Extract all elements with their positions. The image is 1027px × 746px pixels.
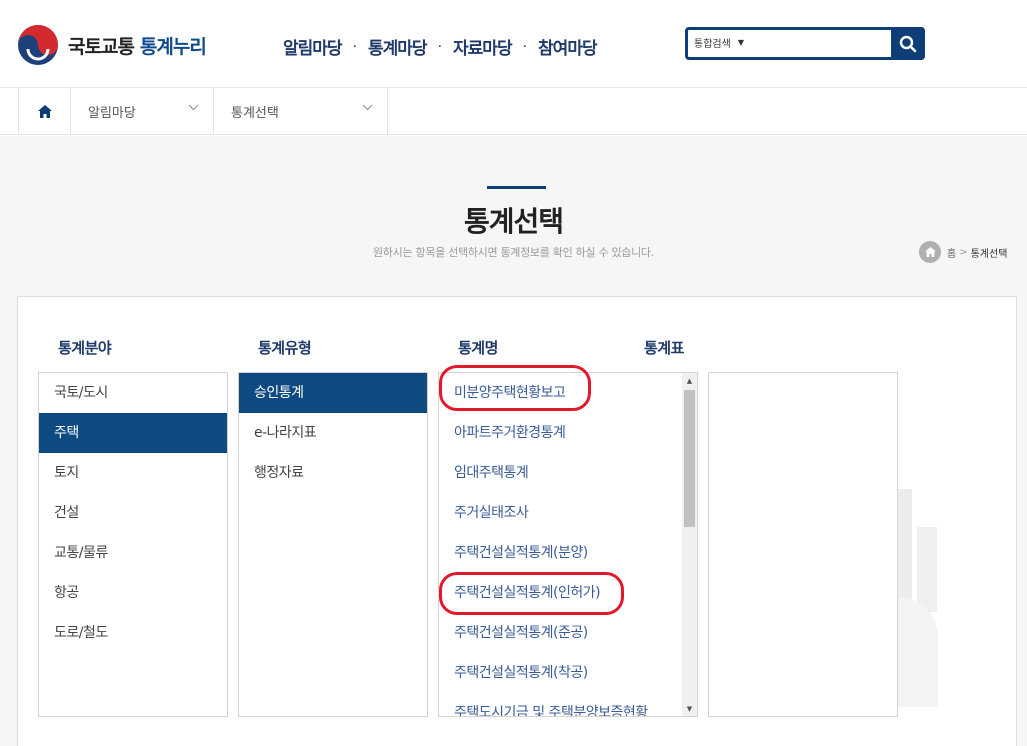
nav-item-data[interactable]: 자료마당	[453, 34, 513, 59]
statistics-selector-panel: 통계분야 통계유형 통계명 통계표 국토/도시 주택 토지 건설 교통/물류 항…	[17, 296, 1017, 746]
nav-separator: ·	[437, 38, 443, 55]
list-item-statistic[interactable]: 주택건설실적통계(분양)	[439, 533, 697, 573]
type-list: 승인통계 e-나라지표 행정자료	[238, 372, 428, 717]
column-header-field: 통계분야	[58, 339, 112, 357]
list-item-statistic[interactable]: 임대주택통계	[439, 453, 697, 493]
list-item-field[interactable]: 토지	[39, 453, 227, 493]
page-description: 원하시는 항목을 선택하시면 통계정보를 확인 하실 수 있습니다.	[373, 246, 654, 259]
logo-text-main: 국토교통	[68, 35, 135, 58]
list-item-statistic[interactable]: 주거실태조사	[439, 493, 697, 533]
breadcrumb-level2-label: 통계선택	[231, 106, 279, 121]
column-header-type: 통계유형	[258, 339, 312, 357]
list-item-type-selected[interactable]: 승인통계	[239, 373, 427, 413]
breadcrumb-level1-select[interactable]: 알림마당	[71, 88, 214, 135]
taegeuk-emblem-icon	[18, 25, 58, 65]
statistics-name-list: 미분양주택현황보고 아파트주거환경통계 임대주택통계 주거실태조사 주택건설실적…	[438, 372, 698, 717]
search-icon	[899, 35, 917, 52]
search-scope-label: 통합검색	[694, 39, 731, 50]
page-title: 통계선택	[463, 205, 564, 238]
nav-item-notice[interactable]: 알림마당	[283, 34, 343, 59]
list-item-statistic[interactable]: 주택도시기금 및 주택분양보증현황	[439, 693, 697, 716]
search-input[interactable]	[772, 32, 892, 54]
search-button[interactable]	[891, 27, 925, 60]
home-icon	[924, 247, 936, 257]
location-path: 홈 > 통계선택	[919, 241, 1007, 263]
column-header-name: 통계명	[458, 339, 498, 357]
chevron-down-icon	[188, 104, 199, 111]
location-separator: >	[959, 246, 968, 258]
title-accent-bar	[487, 186, 546, 189]
logo-text: 국토교통 통계누리	[68, 32, 207, 59]
breadcrumb-level1-label: 알림마당	[88, 106, 136, 121]
breadcrumb-level2-select[interactable]: 통계선택	[214, 88, 388, 135]
nav-separator: ·	[352, 38, 358, 55]
list-item-field[interactable]: 교통/물류	[39, 533, 227, 573]
main-content: 통계선택 원하시는 항목을 선택하시면 통계정보를 확인 하실 수 있습니다. …	[0, 136, 1027, 746]
nav-item-participation[interactable]: 참여마당	[538, 34, 598, 59]
breadcrumb-home-button[interactable]	[18, 88, 71, 135]
list-item-type[interactable]: e-나라지표	[239, 413, 427, 453]
list-item-field-selected[interactable]: 주택	[39, 413, 227, 453]
location-current: 통계선택	[970, 248, 1008, 260]
list-scrollbar[interactable]: ▲ ▼	[682, 373, 697, 716]
list-item-statistic[interactable]: 주택건설실적통계(준공)	[439, 613, 697, 653]
chevron-down-icon	[362, 104, 373, 111]
scroll-up-arrow-icon[interactable]: ▲	[682, 373, 697, 388]
main-nav: 알림마당 · 통계마당 · 자료마당 · 참여마당	[283, 34, 598, 60]
caret-down-icon: ▼	[737, 38, 744, 47]
nav-item-statistics[interactable]: 통계마당	[368, 34, 428, 59]
list-item-field[interactable]: 국토/도시	[39, 373, 227, 413]
list-item-field[interactable]: 도로/철도	[39, 613, 227, 653]
list-item-statistic[interactable]: 아파트주거환경통계	[439, 413, 697, 453]
list-item-field[interactable]: 건설	[39, 493, 227, 533]
list-item-statistic[interactable]: 주택건설실적통계(착공)	[439, 653, 697, 693]
scroll-down-arrow-icon[interactable]: ▼	[682, 701, 697, 716]
nav-separator: ·	[522, 38, 528, 55]
list-item-statistic-highlighted[interactable]: 미분양주택현황보고	[439, 373, 697, 413]
site-header: 국토교통 통계누리 알림마당 · 통계마당 · 자료마당 · 참여마당 통합검색 …	[0, 0, 1027, 88]
search-scope-select[interactable]: 통합검색 ▼	[694, 35, 744, 50]
field-list: 국토/도시 주택 토지 건설 교통/물류 항공 도로/철도	[38, 372, 228, 717]
location-home-label[interactable]: 홈	[947, 245, 956, 260]
search-box: 통합검색 ▼	[685, 27, 925, 60]
list-item-field[interactable]: 항공	[39, 573, 227, 613]
statistics-table-list	[708, 372, 898, 717]
list-item-statistic-highlighted[interactable]: 주택건설실적통계(인허가)	[439, 573, 697, 613]
breadcrumb: 알림마당 통계선택	[0, 88, 1027, 135]
column-header-table: 통계표	[644, 339, 684, 357]
location-home-icon[interactable]	[919, 241, 941, 263]
list-item-type[interactable]: 행정자료	[239, 453, 427, 493]
scrollbar-thumb[interactable]	[684, 390, 695, 527]
logo-text-accent: 통계누리	[139, 35, 207, 58]
site-logo[interactable]: 국토교통 통계누리	[16, 23, 207, 67]
home-icon	[37, 105, 52, 118]
